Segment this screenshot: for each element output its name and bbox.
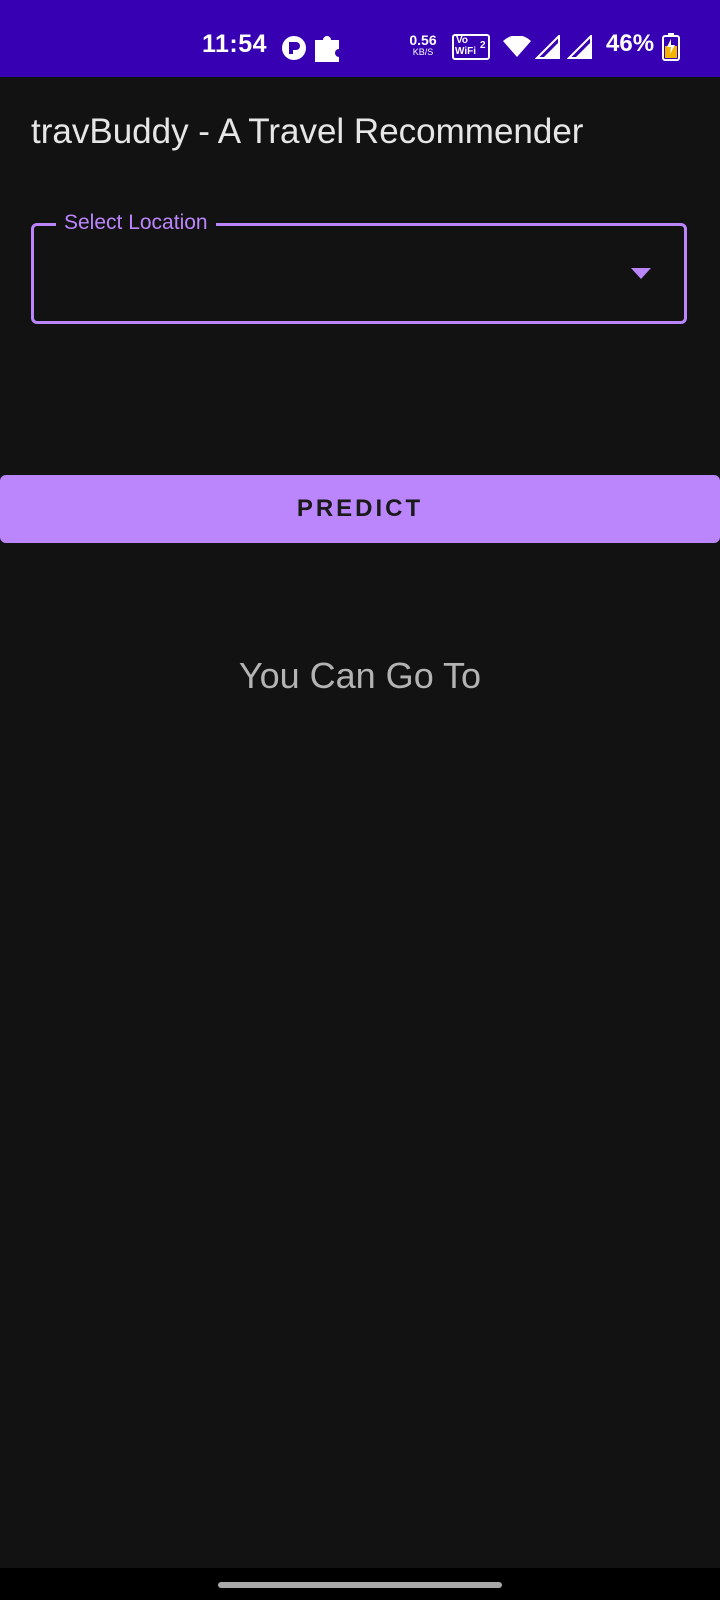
status-time: 11:54 xyxy=(202,30,268,58)
vowifi-label-top: Vo xyxy=(456,35,469,46)
vowifi-label-bottom: WiFi xyxy=(455,46,477,57)
puzzle-icon xyxy=(315,36,339,62)
vowifi-indicator: Vo WiFi 2 xyxy=(452,34,490,60)
signal-sim1-icon xyxy=(535,35,560,59)
navigation-bar xyxy=(0,1568,720,1600)
app-notification-icon xyxy=(282,36,306,60)
location-dropdown-label: Select Location xyxy=(56,209,216,237)
location-dropdown[interactable]: Select Location xyxy=(31,209,687,324)
network-speed-value: 0.56 xyxy=(409,32,437,48)
battery-charging-icon xyxy=(662,33,680,61)
dropdown-arrow-icon[interactable] xyxy=(631,268,651,279)
network-speed-unit: KB/S xyxy=(412,47,434,57)
vowifi-sim: 2 xyxy=(480,40,486,51)
home-gesture-handle[interactable] xyxy=(218,1582,502,1588)
signal-sim2-icon xyxy=(567,35,592,59)
predict-button-label: PREDICT xyxy=(296,495,424,522)
result-heading: You Can Go To xyxy=(238,655,482,696)
wifi-icon xyxy=(503,36,531,57)
page-title: travBuddy - A Travel Recommender xyxy=(31,112,584,151)
battery-percent: 46% xyxy=(606,30,655,57)
predict-button[interactable]: PREDICT xyxy=(0,475,720,543)
status-bar: 11:54 0.56 KB/S Vo WiFi 2 46% xyxy=(0,0,720,77)
network-speed: 0.56 KB/S xyxy=(406,33,440,57)
app-screen: 11:54 0.56 KB/S Vo WiFi 2 46% travBuddy … xyxy=(0,0,720,1600)
